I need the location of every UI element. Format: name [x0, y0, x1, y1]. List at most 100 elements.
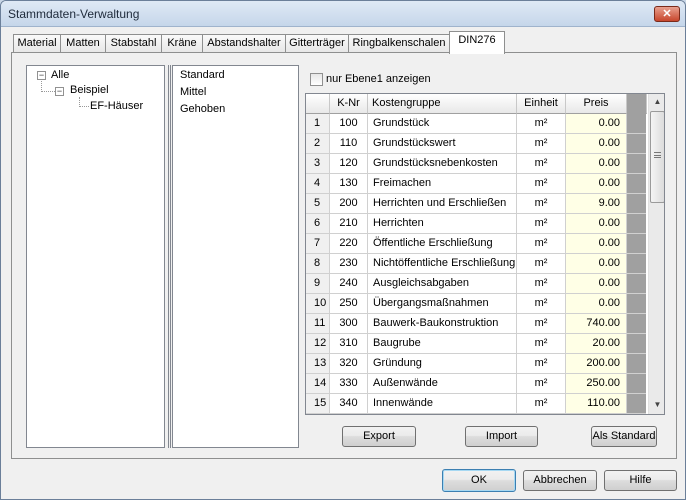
table-row[interactable]: 8 230 Nichtöffentliche Erschließung m² 0.00: [306, 254, 647, 274]
cell-einheit[interactable]: m²: [517, 314, 566, 334]
table-row[interactable]: 5 200 Herrichten und Erschließen m² 9.00: [306, 194, 647, 214]
kostengruppen-grid[interactable]: K-Nr Kostengruppe Einheit Preis 1 100 Grun…: [305, 93, 665, 415]
cell-preis[interactable]: 0.00: [566, 234, 627, 254]
cell-preis[interactable]: 9.00: [566, 194, 627, 214]
cell-kostengruppe[interactable]: Gründung: [368, 354, 517, 374]
cell-preis[interactable]: 20.00: [566, 334, 627, 354]
table-row[interactable]: 11 300 Bauwerk-Baukonstruktion m² 740.00: [306, 314, 647, 334]
import-button[interactable]: Import: [465, 426, 538, 447]
cell-einheit[interactable]: m²: [517, 134, 566, 154]
cell-knr[interactable]: 100: [330, 114, 368, 134]
cell-knr[interactable]: 130: [330, 174, 368, 194]
cell-einheit[interactable]: m²: [517, 114, 566, 134]
cell-knr[interactable]: 310: [330, 334, 368, 354]
cell-knr[interactable]: 340: [330, 394, 368, 414]
cell-knr[interactable]: 330: [330, 374, 368, 394]
header-einheit[interactable]: Einheit: [517, 94, 566, 114]
cell-knr[interactable]: 220: [330, 234, 368, 254]
help-button[interactable]: Hilfe: [604, 470, 677, 491]
cell-einheit[interactable]: m²: [517, 274, 566, 294]
category-tree[interactable]: − Alle − Beispiel EF-Häuser: [26, 65, 165, 448]
header-knr[interactable]: K-Nr: [330, 94, 368, 114]
cell-kostengruppe[interactable]: Grundstücksnebenkosten: [368, 154, 517, 174]
level-list[interactable]: Standard Mittel Gehoben: [172, 65, 299, 448]
cell-kostengruppe[interactable]: Außenwände: [368, 374, 517, 394]
cell-einheit[interactable]: m²: [517, 254, 566, 274]
collapse-icon[interactable]: −: [55, 87, 64, 96]
cancel-button[interactable]: Abbrechen: [523, 470, 597, 491]
cell-kostengruppe[interactable]: Ausgleichsabgaben: [368, 274, 517, 294]
cell-preis[interactable]: 0.00: [566, 214, 627, 234]
scroll-down-icon[interactable]: ▼: [650, 397, 664, 413]
cell-kostengruppe[interactable]: Baugrube: [368, 334, 517, 354]
level-item-gehoben[interactable]: Gehoben: [180, 103, 225, 115]
cell-einheit[interactable]: m²: [517, 234, 566, 254]
cell-knr[interactable]: 320: [330, 354, 368, 374]
cell-preis[interactable]: 0.00: [566, 274, 627, 294]
cell-kostengruppe[interactable]: Öffentliche Erschließung: [368, 234, 517, 254]
cell-preis[interactable]: 0.00: [566, 134, 627, 154]
table-row[interactable]: 1 100 Grundstück m² 0.00: [306, 114, 647, 134]
table-row[interactable]: 7 220 Öffentliche Erschließung m² 0.00: [306, 234, 647, 254]
tab-matten[interactable]: Matten: [60, 34, 106, 53]
tab-din276[interactable]: DIN276: [449, 31, 505, 54]
cell-knr[interactable]: 230: [330, 254, 368, 274]
scroll-up-icon[interactable]: ▲: [650, 94, 664, 110]
cell-einheit[interactable]: m²: [517, 394, 566, 414]
cell-knr[interactable]: 210: [330, 214, 368, 234]
table-row[interactable]: 3 120 Grundstücksnebenkosten m² 0.00: [306, 154, 647, 174]
cell-knr[interactable]: 120: [330, 154, 368, 174]
cell-preis[interactable]: 0.00: [566, 294, 627, 314]
cell-kostengruppe[interactable]: Innenwände: [368, 394, 517, 414]
header-preis[interactable]: Preis: [566, 94, 627, 114]
tree-item-alle[interactable]: Alle: [51, 69, 69, 81]
cell-kostengruppe[interactable]: Nichtöffentliche Erschließung: [368, 254, 517, 274]
pane-splitter[interactable]: [168, 65, 171, 448]
tab-kraene[interactable]: Kräne: [161, 34, 203, 53]
cell-knr[interactable]: 110: [330, 134, 368, 154]
cell-preis[interactable]: 110.00: [566, 394, 627, 414]
cell-einheit[interactable]: m²: [517, 374, 566, 394]
cell-einheit[interactable]: m²: [517, 174, 566, 194]
level-item-standard[interactable]: Standard: [180, 69, 225, 81]
export-button[interactable]: Export: [342, 426, 416, 447]
ok-button[interactable]: OK: [442, 469, 516, 492]
tab-abstandshalter[interactable]: Abstandshalter: [202, 34, 286, 53]
table-row[interactable]: 10 250 Übergangsmaßnahmen m² 0.00: [306, 294, 647, 314]
cell-knr[interactable]: 200: [330, 194, 368, 214]
cell-kostengruppe[interactable]: Herrichten und Erschließen: [368, 194, 517, 214]
title-bar[interactable]: Stammdaten-Verwaltung ✕: [1, 1, 685, 27]
cell-preis[interactable]: 0.00: [566, 174, 627, 194]
cell-preis[interactable]: 250.00: [566, 374, 627, 394]
tree-item-beispiel[interactable]: Beispiel: [70, 84, 109, 96]
table-row[interactable]: 13 320 Gründung m² 200.00: [306, 354, 647, 374]
cell-einheit[interactable]: m²: [517, 294, 566, 314]
cell-einheit[interactable]: m²: [517, 334, 566, 354]
cell-knr[interactable]: 250: [330, 294, 368, 314]
cell-einheit[interactable]: m²: [517, 214, 566, 234]
table-row[interactable]: 12 310 Baugrube m² 20.00: [306, 334, 647, 354]
collapse-icon[interactable]: −: [37, 71, 46, 80]
als-standard-button[interactable]: Als Standard: [591, 426, 657, 447]
tab-material[interactable]: Material: [13, 34, 61, 53]
header-kostengruppe[interactable]: Kostengruppe: [368, 94, 517, 114]
cell-preis[interactable]: 0.00: [566, 154, 627, 174]
cell-preis[interactable]: 740.00: [566, 314, 627, 334]
table-row[interactable]: 6 210 Herrichten m² 0.00: [306, 214, 647, 234]
cell-knr[interactable]: 240: [330, 274, 368, 294]
cell-knr[interactable]: 300: [330, 314, 368, 334]
cell-kostengruppe[interactable]: Grundstück: [368, 114, 517, 134]
level-item-mittel[interactable]: Mittel: [180, 86, 206, 98]
table-row[interactable]: 4 130 Freimachen m² 0.00: [306, 174, 647, 194]
cell-einheit[interactable]: m²: [517, 354, 566, 374]
scroll-thumb[interactable]: [650, 111, 664, 203]
cell-kostengruppe[interactable]: Herrichten: [368, 214, 517, 234]
table-row[interactable]: 2 110 Grundstückswert m² 0.00: [306, 134, 647, 154]
cell-einheit[interactable]: m²: [517, 194, 566, 214]
tab-ringbalkenschalen[interactable]: Ringbalkenschalen: [348, 34, 450, 53]
tree-item-ef-haeuser[interactable]: EF-Häuser: [90, 100, 143, 112]
cell-kostengruppe[interactable]: Grundstückswert: [368, 134, 517, 154]
cell-preis[interactable]: 0.00: [566, 114, 627, 134]
cell-preis[interactable]: 0.00: [566, 254, 627, 274]
cell-kostengruppe[interactable]: Bauwerk-Baukonstruktion: [368, 314, 517, 334]
